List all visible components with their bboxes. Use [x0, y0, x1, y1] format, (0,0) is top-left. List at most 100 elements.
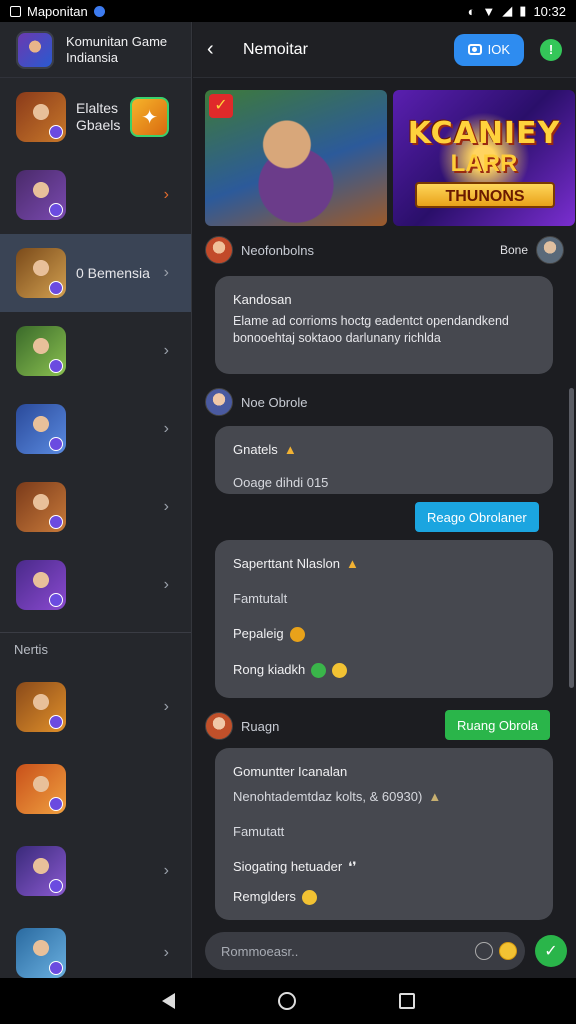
- game-icon: [16, 404, 66, 454]
- game-banner-logo[interactable]: KCANIEY LARR THUNONS: [393, 90, 575, 226]
- sidebar-header[interactable]: Komunitan Game Indiansia: [0, 22, 191, 78]
- emoji-icon: [289, 627, 305, 643]
- card-body-line: bonooehtaj soktaoo darlunany richlda: [233, 331, 441, 345]
- message-sender: Ruagn: [205, 712, 279, 740]
- nav-back-icon[interactable]: [161, 993, 175, 1009]
- banner-logo-art: KCANIEY: [407, 116, 561, 151]
- game-icon: [16, 764, 66, 814]
- sidebar: Komunitan Game Indiansia Elaltes Gbaels ✦…: [0, 22, 192, 978]
- game-icon: [16, 682, 66, 732]
- chat-header: ‹ Nemoitar IOK !: [193, 22, 576, 78]
- game-icon: [16, 560, 66, 610]
- info-icon[interactable]: !: [540, 38, 562, 61]
- camera-button-label: IOK: [487, 42, 510, 57]
- card-body-line: Elame ad corrioms hoctg eadentct opendan…: [233, 314, 509, 328]
- sidebar-item[interactable]: ›: [0, 390, 191, 468]
- message-sender: Neofonbolns: [205, 236, 314, 264]
- sender-avatar: [205, 388, 233, 416]
- status-time: 10:32: [533, 3, 566, 19]
- game-icon: [16, 326, 66, 376]
- smile-icon: [332, 663, 348, 679]
- sidebar-item[interactable]: ›: [0, 830, 191, 912]
- chat-title: Nemoitar: [243, 40, 308, 58]
- sidebar-item-label: 0 Bemensia: [76, 264, 150, 281]
- trophy-badge-icon: ✦: [130, 97, 169, 137]
- sidebar-header-title: Komunitan Game Indiansia: [66, 33, 168, 65]
- chevron-right-icon: ›: [163, 342, 169, 359]
- sidebar-item[interactable]: ›: [0, 546, 191, 624]
- sidebar-item[interactable]: ›: [0, 666, 191, 748]
- card-title: Kandosan: [233, 292, 292, 307]
- sender-name: Ruagn: [241, 718, 280, 734]
- game-icon: [16, 846, 66, 896]
- smile-icon: [301, 890, 317, 906]
- scrollbar[interactable]: [569, 388, 574, 688]
- chevron-right-icon: ›: [163, 498, 169, 515]
- status-app-name: Maponitan: [27, 3, 88, 19]
- card-line: Nenohtademtdaz kolts, & 60930) ▲: [233, 789, 442, 804]
- game-icon: [16, 170, 66, 220]
- message-card: Gomuntter Icanalan Nenohtademtdaz kolts,…: [215, 748, 553, 920]
- chat-area: ✓ KCANIEY LARR THUNONS Neofonbolns Bone …: [193, 78, 576, 978]
- sidebar-item[interactable]: 0 Bemensia ›: [0, 234, 191, 312]
- sidebar-item[interactable]: ›: [0, 156, 191, 234]
- sender-status: Bone: [500, 236, 564, 264]
- game-icon: [16, 928, 66, 978]
- notification-icon: [93, 5, 105, 17]
- chevron-right-icon: ›: [163, 698, 169, 715]
- chevron-right-icon: ›: [163, 186, 169, 203]
- user-avatar[interactable]: [536, 236, 564, 264]
- banner-logo-art-2: LARR: [450, 150, 518, 177]
- send-button[interactable]: ✓: [535, 935, 567, 967]
- game-icon: [16, 482, 66, 532]
- check-flag-icon: ✓: [209, 94, 233, 118]
- sidebar-item[interactable]: ›: [0, 468, 191, 546]
- banner-row: ✓ KCANIEY LARR THUNONS: [205, 90, 575, 226]
- sidebar-item[interactable]: ›: [0, 312, 191, 390]
- camera-button[interactable]: IOK: [453, 33, 524, 66]
- sender-name: Noe Obrole: [241, 394, 308, 410]
- camera-icon: [467, 44, 482, 55]
- sender-avatar: [205, 236, 233, 264]
- card-line: Siogating hetuader ❛❜: [233, 859, 357, 874]
- chevron-right-icon: ›: [163, 944, 169, 961]
- message-card: Saperttant Nlaslon ▲ Famtutalt Pepaleig R…: [215, 540, 553, 698]
- nav-bar: [0, 978, 576, 1024]
- card-line: Famtutalt: [233, 591, 288, 606]
- message-card: Kandosan Elame ad corrioms hoctg eadentc…: [215, 276, 553, 374]
- chevron-right-icon: ›: [163, 862, 169, 879]
- card-line: Gomuntter Icanalan: [233, 764, 348, 779]
- app-icon: [10, 5, 21, 17]
- wifi-icon: ▼: [482, 3, 496, 19]
- reply-chip[interactable]: Reago Obrolaner: [415, 502, 539, 532]
- status-bar: Maponitan ◐ ▼ ◢ ▮ 10:32: [0, 0, 576, 22]
- sidebar-item-label: Elaltes Gbaels: [76, 100, 121, 133]
- battery-icon: ▮: [519, 3, 527, 18]
- chevron-right-icon: ›: [163, 264, 169, 281]
- nav-home-icon[interactable]: [277, 992, 296, 1010]
- card-line: Rong kiadkh: [233, 662, 535, 679]
- room-chip[interactable]: Ruang Obrola: [445, 710, 550, 740]
- emoji-icon[interactable]: [499, 942, 517, 960]
- card-line: Gnatels ▲: [233, 442, 297, 457]
- message-input-placeholder: Rommoeasr..: [221, 943, 299, 959]
- card-line: Remglders: [233, 889, 535, 906]
- sender-name: Neofonbolns: [241, 242, 314, 258]
- sender-avatar: [205, 712, 233, 740]
- sidebar-item[interactable]: [0, 748, 191, 830]
- card-line: Pepaleig: [233, 626, 535, 643]
- timer-icon[interactable]: [475, 942, 493, 960]
- sidebar-item[interactable]: Elaltes Gbaels ✦: [0, 78, 191, 156]
- chevron-right-icon: ›: [163, 420, 169, 437]
- nav-recents-icon[interactable]: [398, 993, 415, 1009]
- message-sender: Noe Obrole: [205, 388, 307, 416]
- signal-icon: ◢: [502, 3, 513, 18]
- card-line: Famutatt: [233, 824, 285, 839]
- community-avatar: [16, 30, 54, 69]
- game-banner-hero[interactable]: ✓: [205, 90, 387, 226]
- clover-icon: [311, 663, 327, 679]
- message-input[interactable]: Rommoeasr..: [205, 932, 525, 970]
- card-line: Saperttant Nlaslon ▲: [233, 556, 359, 571]
- back-arrow-icon[interactable]: ‹: [207, 38, 237, 61]
- sidebar-section-label: Nertis: [0, 632, 191, 666]
